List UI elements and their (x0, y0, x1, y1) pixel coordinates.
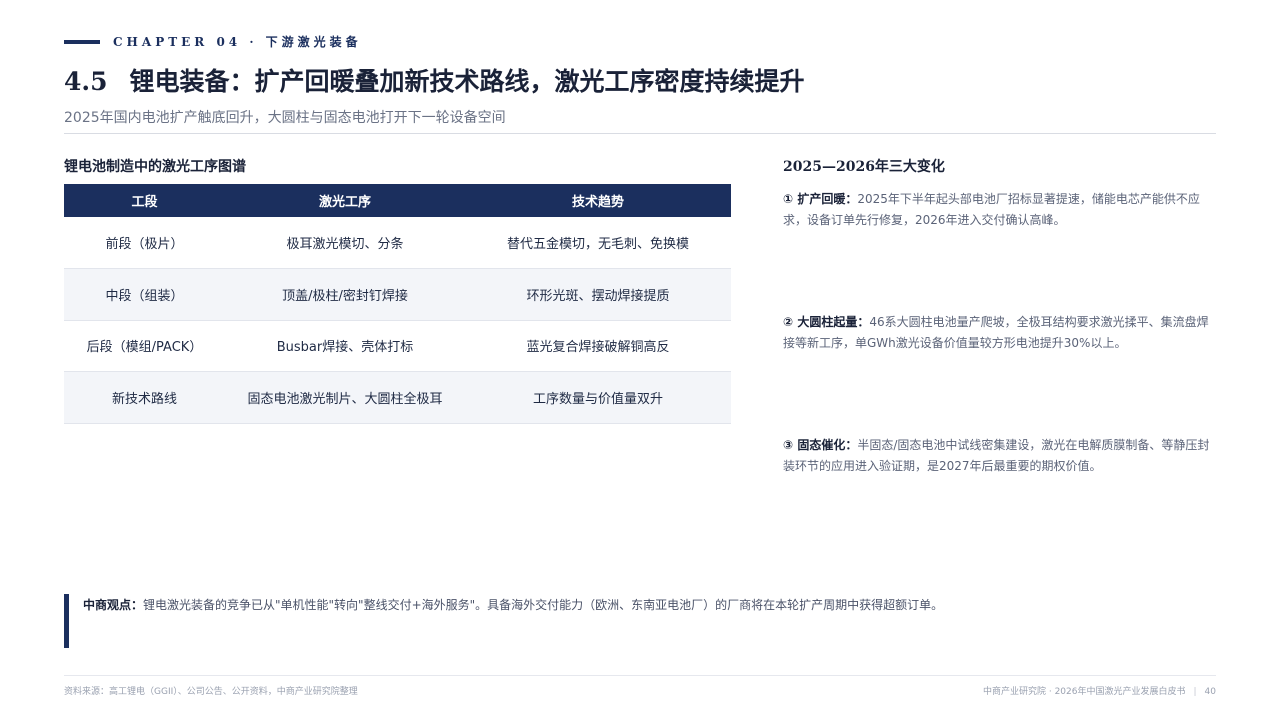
column-header-process: 激光工序 (225, 184, 465, 217)
viewpoint-text: 锂电激光装备的竞争已从"单机性能"转向"整线交付+海外服务"。具备海外交付能力（… (143, 598, 944, 612)
change-item-expansion: ① 扩产回暖：2025年下半年起头部电池厂招标显著提速，储能电芯产能供不应求，设… (783, 189, 1219, 231)
table-header-row: 工段 激光工序 技术趋势 (64, 184, 731, 217)
viewpoint-callout: 中商观点：锂电激光装备的竞争已从"单机性能"转向"整线交付+海外服务"。具备海外… (83, 595, 1203, 615)
footer-publisher: 中商产业研究院 · 2026年中国激光产业发展白皮书 | 40 (983, 687, 1216, 697)
change-lead: ① 扩产回暖： (783, 192, 858, 206)
viewpoint-accent-bar (64, 594, 69, 648)
chapter-label: CHAPTER 04 · 下游激光装备 (113, 35, 362, 49)
changes-title: 2025—2026年三大变化 (783, 159, 945, 175)
cell-trend: 蓝光复合焊接破解铜高反 (465, 320, 731, 372)
cell-stage: 中段（组装） (64, 268, 225, 321)
table-row: 后段（模组/PACK） Busbar焊接、壳体打标 蓝光复合焊接破解铜高反 (64, 320, 731, 372)
section-number: 4.5 (64, 67, 108, 96)
header-divider (64, 133, 1216, 134)
cell-trend: 工序数量与价值量双升 (465, 371, 731, 424)
footer-divider (64, 675, 1216, 676)
page-subtitle: 2025年国内电池扩产触底回升，大圆柱与固态电池打开下一轮设备空间 (64, 110, 506, 126)
cell-process: 极耳激光模切、分条 (225, 217, 465, 269)
cell-stage: 后段（模组/PACK） (64, 320, 225, 372)
change-lead: ② 大圆柱起量： (783, 315, 870, 329)
table-row: 新技术路线 固态电池激光制片、大圆柱全极耳 工序数量与价值量双升 (64, 371, 731, 424)
column-header-stage: 工段 (64, 184, 225, 217)
cell-trend: 替代五金模切，无毛刺、免换模 (465, 217, 731, 269)
publisher-label: 中商产业研究院 · 2026年中国激光产业发展白皮书 (983, 687, 1186, 697)
cell-process: 固态电池激光制片、大圆柱全极耳 (225, 371, 465, 424)
cell-trend: 环形光斑、摆动焊接提质 (465, 268, 731, 321)
column-header-trend: 技术趋势 (465, 184, 731, 217)
cell-process: Busbar焊接、壳体打标 (225, 320, 465, 372)
chapter-accent-bar (64, 40, 100, 44)
table-row: 前段（极片） 极耳激光模切、分条 替代五金模切，无毛刺、免换模 (64, 217, 731, 269)
viewpoint-lead: 中商观点： (83, 598, 144, 612)
change-lead: ③ 固态催化： (783, 438, 858, 452)
title-text: 锂电装备：扩产回暖叠加新技术路线，激光工序密度持续提升 (129, 67, 805, 96)
change-item-solid-state: ③ 固态催化：半固态/固态电池中试线密集建设，激光在电解质膜制备、等静压封装环节… (783, 435, 1219, 477)
page-title: 4.5 锂电装备：扩产回暖叠加新技术路线，激光工序密度持续提升 (64, 62, 805, 98)
change-item-large-cylinder: ② 大圆柱起量：46系大圆柱电池量产爬坡，全极耳结构要求激光揉平、集流盘焊接等新… (783, 312, 1219, 354)
cell-process: 顶盖/极柱/密封钉焊接 (225, 268, 465, 321)
cell-stage: 前段（极片） (64, 217, 225, 269)
page-number: 40 (1204, 687, 1216, 697)
laser-process-table: 工段 激光工序 技术趋势 前段（极片） 极耳激光模切、分条 替代五金模切，无毛刺… (64, 184, 731, 424)
table-row: 中段（组装） 顶盖/极柱/密封钉焊接 环形光斑、摆动焊接提质 (64, 268, 731, 321)
table-title: 锂电池制造中的激光工序图谱 (64, 159, 246, 175)
cell-stage: 新技术路线 (64, 371, 225, 424)
footer-source: 资料来源：高工锂电（GGII）、公司公告、公开资料，中商产业研究院整理 (64, 687, 358, 697)
